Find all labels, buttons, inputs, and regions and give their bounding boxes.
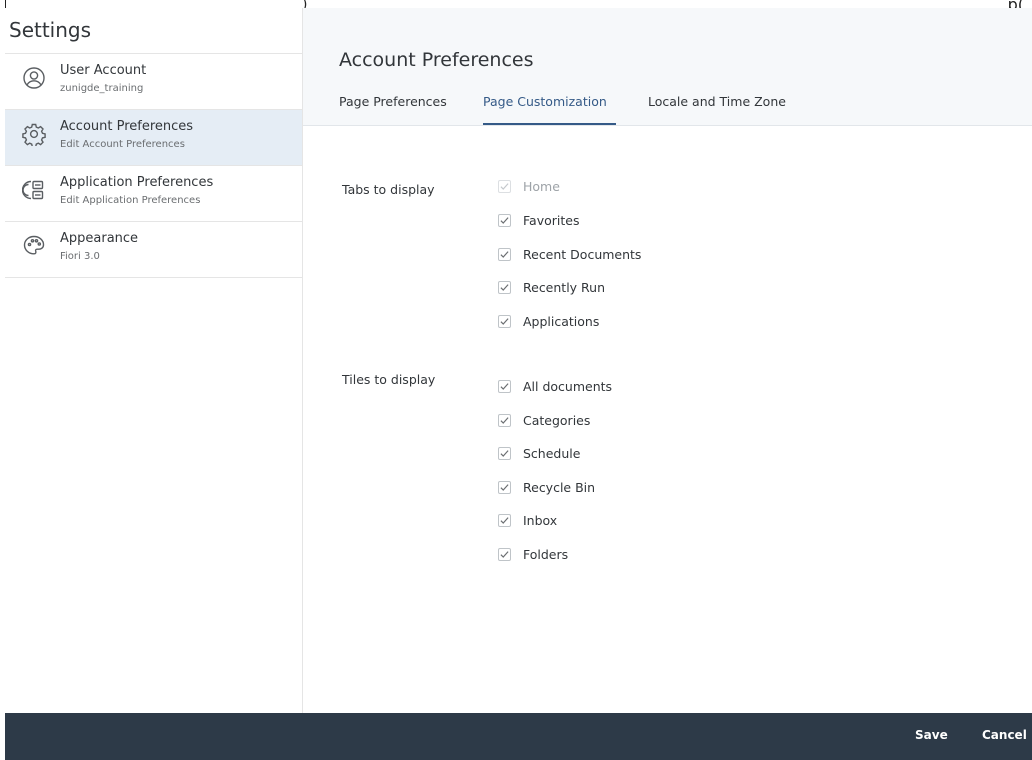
- nav-item-sublabel: Edit Account Preferences: [60, 139, 185, 150]
- tiles-to-display-label: Tiles to display: [342, 372, 436, 387]
- tab-locale-and-time-zone[interactable]: Locale and Time Zone: [648, 94, 798, 125]
- nav-item-label: Application Preferences: [60, 175, 214, 190]
- checkbox-label: Recycle Bin: [523, 480, 596, 495]
- checkbox-label: All documents: [523, 379, 613, 394]
- checkbox-box: [498, 180, 511, 193]
- checkbox-label: Schedule: [523, 446, 581, 461]
- checkbox-label: Favorites: [523, 213, 580, 228]
- nav-item-sublabel: zunigde_training: [60, 83, 144, 94]
- page-header: Account Preferences Page Preferences Pag…: [303, 8, 1032, 126]
- checkbox-box: [498, 281, 511, 294]
- checkbox-label: Categories: [523, 413, 591, 428]
- save-button[interactable]: Save: [915, 728, 948, 742]
- nav-item-user-account[interactable]: User Account zunigde_training: [5, 54, 302, 110]
- nav-item-application-preferences[interactable]: Application Preferences Edit Application…: [5, 166, 302, 222]
- checkbox-box: [498, 447, 511, 460]
- settings-nav-list: User Account zunigde_training Account Pr…: [5, 53, 302, 278]
- checkbox-box: [498, 380, 511, 393]
- top-edge: [0, 0, 1032, 8]
- frame-corner-left: [5, 0, 6, 8]
- checkbox-label: Recent Documents: [523, 247, 642, 262]
- tabs-to-display-label: Tabs to display: [342, 182, 435, 197]
- checkbox-box: [498, 514, 511, 527]
- nav-item-label: Account Preferences: [60, 119, 194, 134]
- checkbox-box: [498, 414, 511, 427]
- tab-page-customization[interactable]: Page Customization: [483, 94, 616, 125]
- checkbox-label: Home: [523, 179, 560, 194]
- nav-item-sublabel: Edit Application Preferences: [60, 195, 201, 206]
- footer-toolbar: Save Cancel: [5, 713, 1032, 760]
- checkbox-label: Folders: [523, 547, 569, 562]
- sidebar-title: Settings: [9, 18, 92, 42]
- palette-icon: [22, 234, 46, 258]
- settings-sidebar: Settings User Account zunigde_training A…: [5, 8, 303, 713]
- tab-page-preferences[interactable]: Page Preferences: [339, 94, 451, 125]
- nav-item-appearance[interactable]: Appearance Fiori 3.0: [5, 222, 302, 278]
- checkbox-box: [498, 248, 511, 261]
- checkbox-label: Applications: [523, 314, 600, 329]
- user-icon: [22, 66, 46, 90]
- checkbox-box: [498, 548, 511, 561]
- nav-item-sublabel: Fiori 3.0: [60, 251, 100, 262]
- checkbox-label: Inbox: [523, 513, 558, 528]
- nav-item-label: User Account: [60, 63, 147, 78]
- checkbox-label: Recently Run: [523, 280, 606, 295]
- nav-item-account-preferences[interactable]: Account Preferences Edit Account Prefere…: [5, 110, 302, 166]
- cancel-button[interactable]: Cancel: [982, 728, 1027, 742]
- checkbox-box: [498, 315, 511, 328]
- checkbox-box: [498, 481, 511, 494]
- checkbox-box: [498, 214, 511, 227]
- nav-item-label: Appearance: [60, 231, 139, 246]
- gear-icon: [22, 122, 46, 148]
- app-settings-icon: [21, 178, 46, 202]
- page-customization-form: Tabs to display Home Favorites Recent Do…: [303, 126, 1032, 713]
- page-title: Account Preferences: [339, 49, 534, 71]
